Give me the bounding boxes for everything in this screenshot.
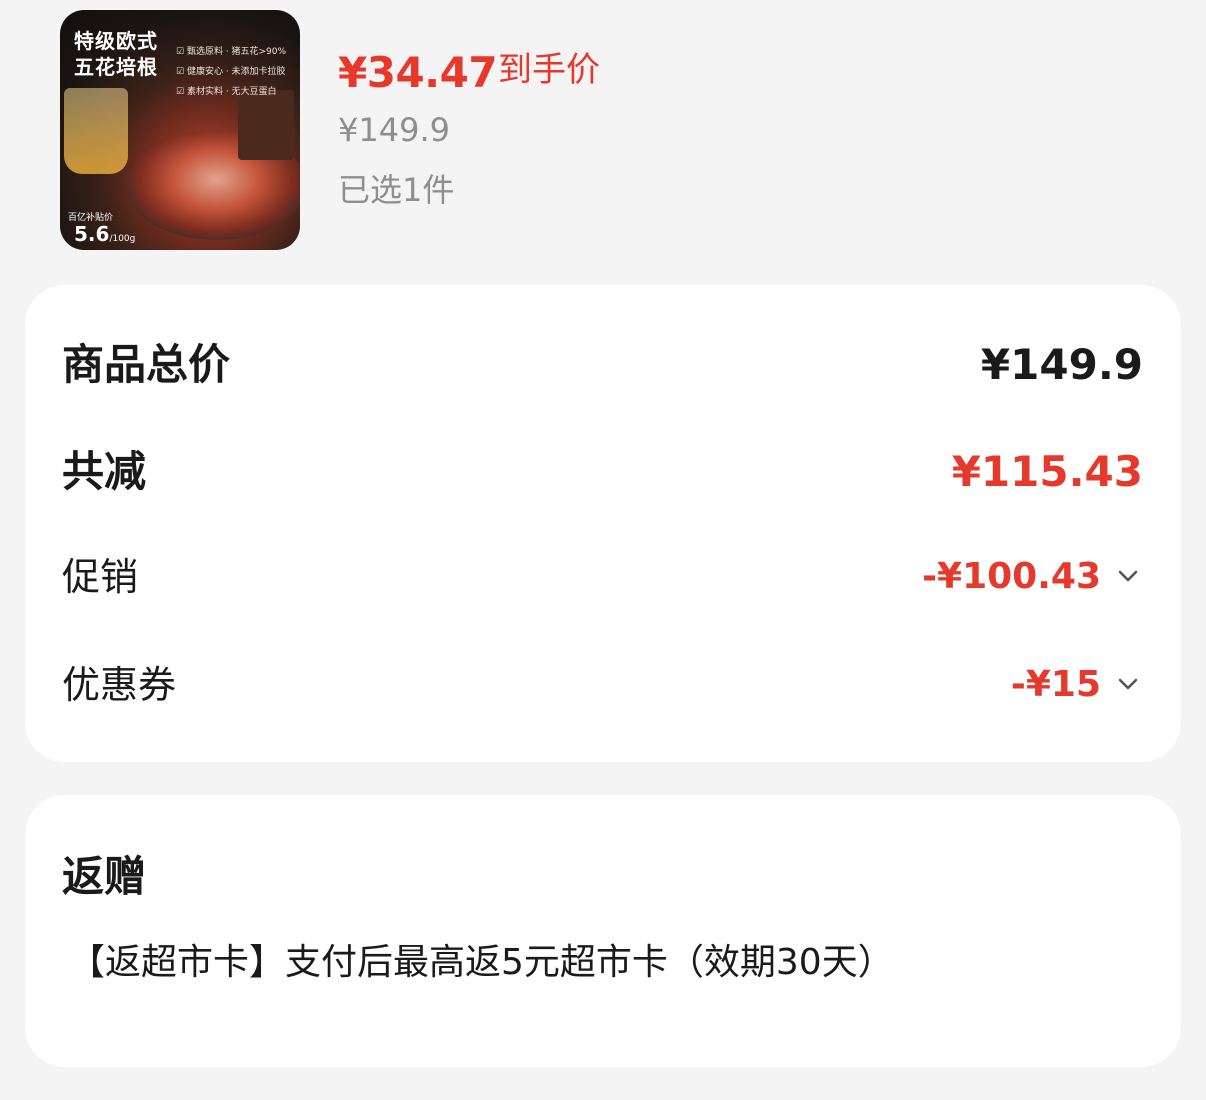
total-price-label: 商品总价 [62, 340, 231, 389]
subsidy-price: 5.6/100g [74, 222, 136, 246]
promotion-label: 促销 [62, 555, 139, 599]
gift-description: 【返超市卡】支付后最高返5元超市卡（效期30天） [69, 942, 894, 983]
product-feature: 素材实料 · 无大豆蛋白 [176, 84, 294, 97]
deal-price: ¥34.47 [338, 48, 498, 97]
chevron-down-icon[interactable] [1113, 669, 1143, 699]
product-summary: 特级欧式 五花培根 甄选原料 · 猪五花>90% 健康安心 · 未添加卡拉胶 素… [0, 0, 1206, 270]
pepper-mill-graphic [238, 90, 294, 160]
total-discount-row: 共减 ¥115.43 [62, 440, 1143, 504]
original-price: ¥149.9 [338, 111, 450, 149]
product-image[interactable]: 特级欧式 五花培根 甄选原料 · 猪五花>90% 健康安心 · 未添加卡拉胶 素… [60, 10, 300, 250]
deal-price-label: 到手价 [498, 50, 600, 90]
total-price-value: ¥149.9 [980, 340, 1143, 389]
coupon-label: 优惠券 [62, 663, 177, 707]
promotion-value: -¥100.43 [922, 556, 1101, 597]
total-discount-label: 共减 [62, 447, 147, 496]
price-summary-card: 商品总价 ¥149.9 共减 ¥115.43 促销 -¥100.43 优惠券 -… [25, 285, 1181, 762]
total-discount-value: ¥115.43 [951, 447, 1143, 496]
product-feature: 甄选原料 · 猪五花>90% [176, 44, 294, 57]
selected-count: 已选1件 [338, 171, 455, 209]
coupon-value: -¥15 [1010, 664, 1101, 705]
product-image-title: 特级欧式 五花培根 [74, 29, 158, 79]
gift-card: 返赠 【返超市卡】支付后最高返5元超市卡（效期30天） [25, 795, 1181, 1067]
gift-title: 返赠 [62, 852, 147, 901]
product-feature: 健康安心 · 未添加卡拉胶 [176, 64, 294, 77]
total-price-row: 商品总价 ¥149.9 [62, 333, 1143, 397]
promotion-row[interactable]: 促销 -¥100.43 [62, 545, 1143, 609]
coupon-row[interactable]: 优惠券 -¥15 [62, 653, 1143, 717]
glass-graphic [64, 88, 128, 174]
chevron-down-icon[interactable] [1113, 561, 1143, 591]
